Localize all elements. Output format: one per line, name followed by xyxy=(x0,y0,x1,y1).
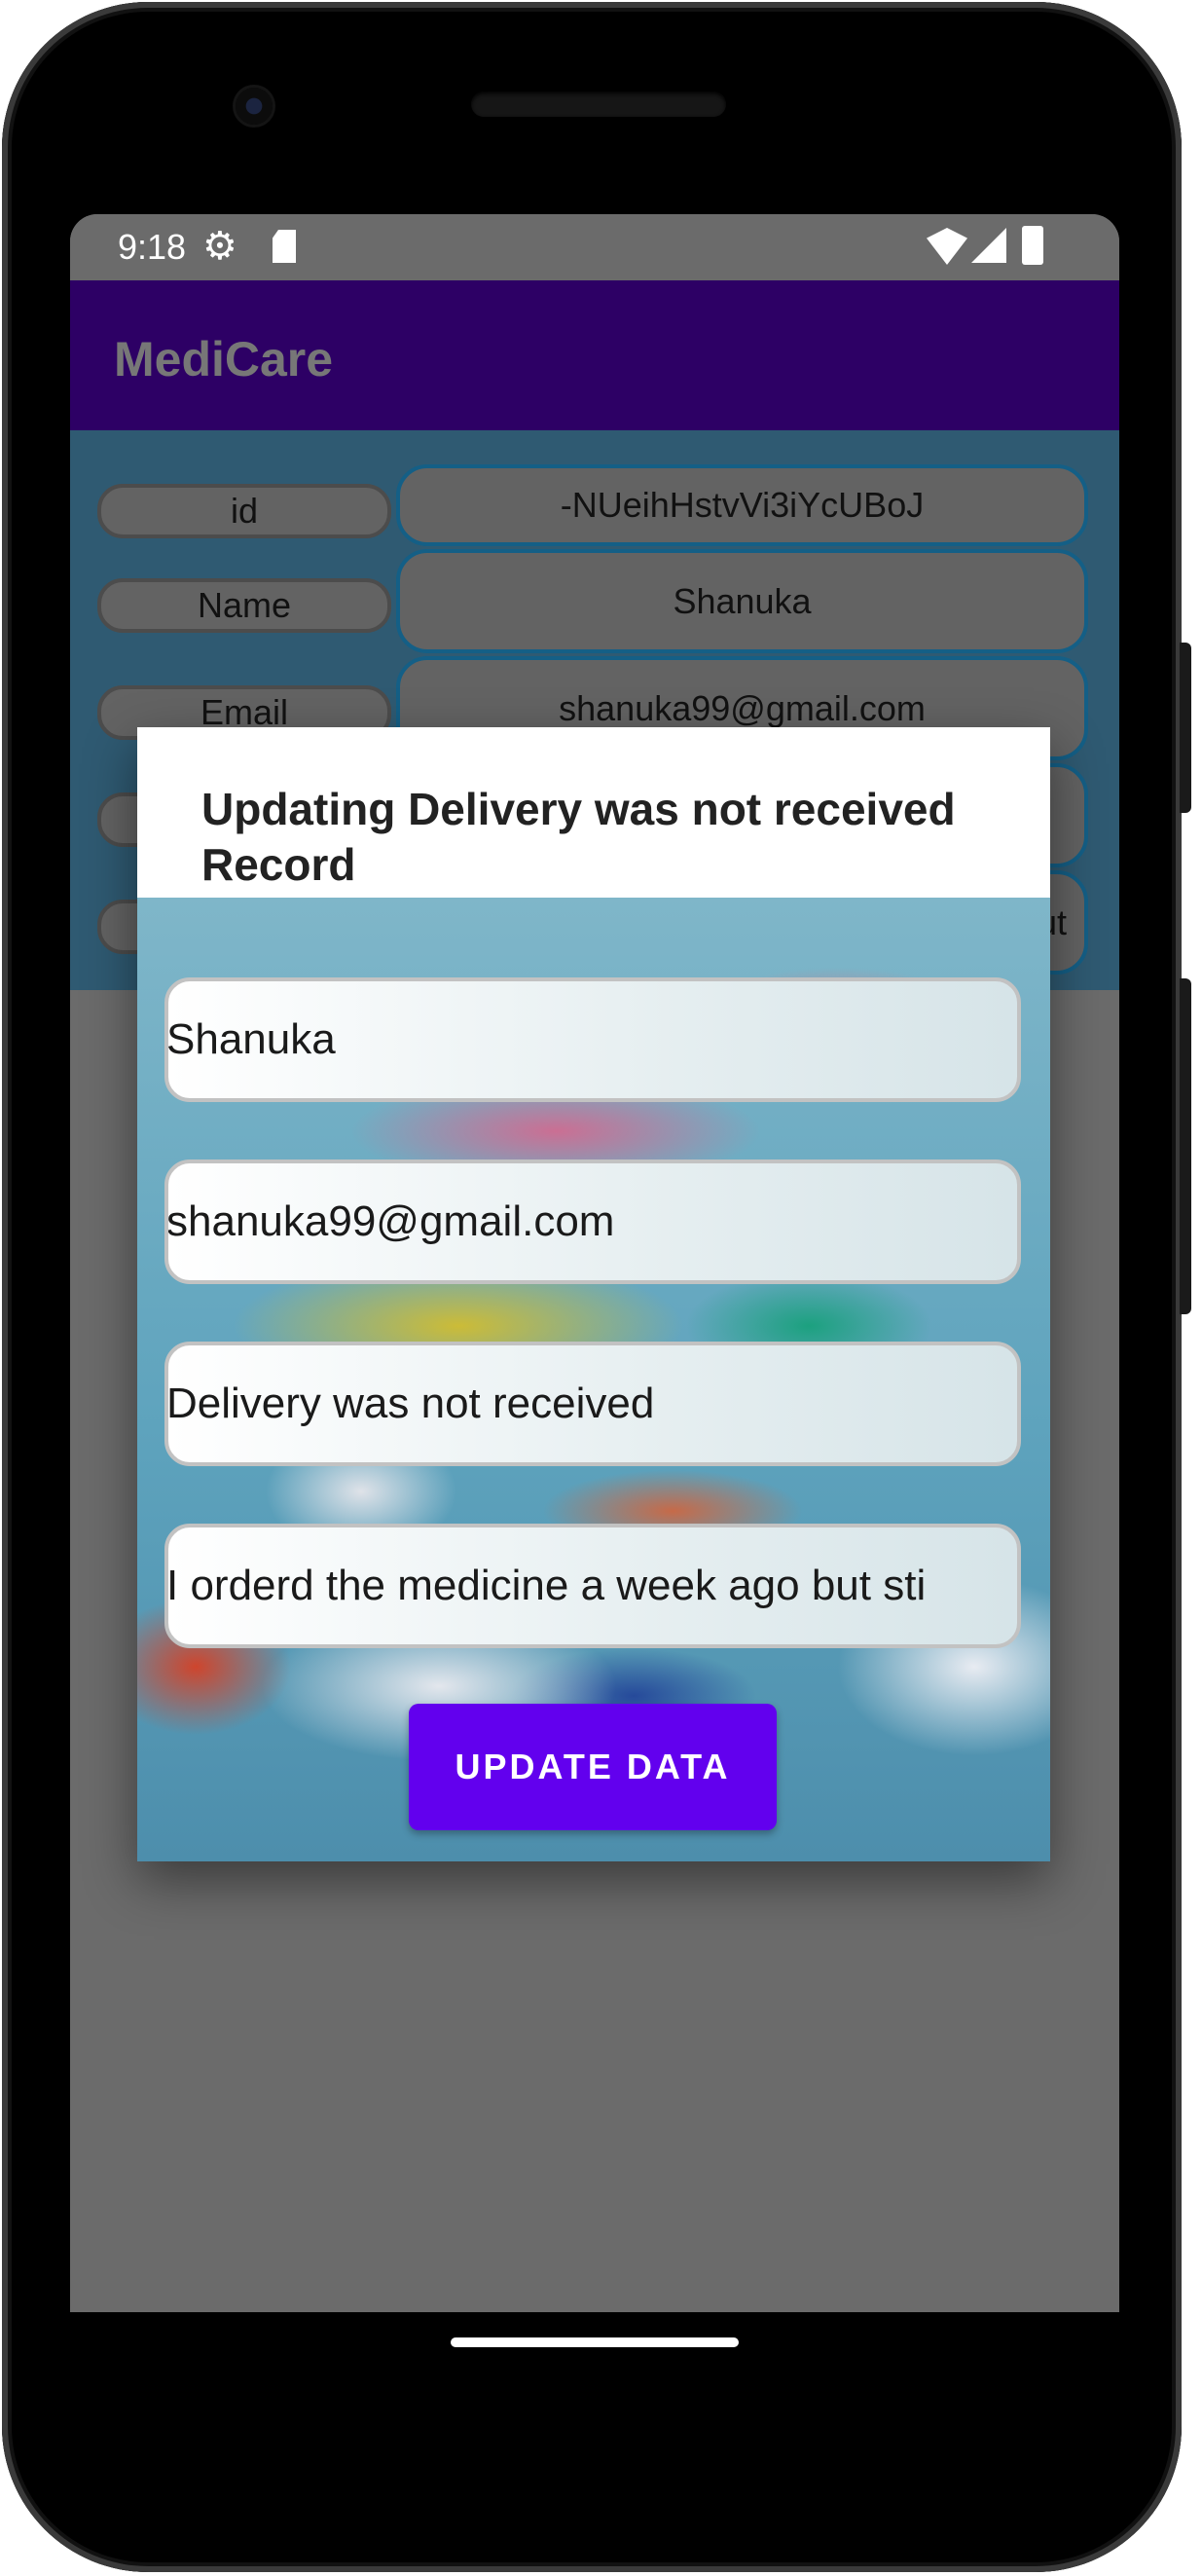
email-input[interactable]: shanuka99@gmail.com xyxy=(164,1159,1021,1284)
wifi-icon xyxy=(927,228,967,265)
update-data-button[interactable]: UPDATE DATA xyxy=(409,1704,777,1830)
volume-button xyxy=(1180,978,1191,1314)
earpiece-speaker xyxy=(471,92,726,117)
email-input-value: shanuka99@gmail.com xyxy=(166,1197,615,1245)
label-id: id xyxy=(97,484,391,538)
battery-icon xyxy=(1022,226,1043,265)
name-input[interactable]: Shanuka xyxy=(164,977,1021,1102)
subject-input[interactable]: Delivery was not received xyxy=(164,1342,1021,1466)
status-time: 9:18 xyxy=(118,227,187,267)
subject-input-value: Delivery was not received xyxy=(166,1380,655,1427)
update-dialog: Updating Delivery was not received Recor… xyxy=(137,727,1050,1861)
message-input[interactable]: I orderd the medicine a week ago but sti xyxy=(164,1524,1021,1648)
value-name: Shanuka xyxy=(396,549,1088,653)
power-button xyxy=(1180,643,1191,813)
dialog-title: Updating Delivery was not received Recor… xyxy=(201,784,956,890)
sd-card-icon xyxy=(273,230,296,263)
app-title: MediCare xyxy=(114,332,334,386)
value-id: -NUeihHstvVi3iYcUBoJ xyxy=(396,464,1088,546)
gesture-nav-handle[interactable] xyxy=(451,2337,739,2347)
settings-gear-icon: ⚙ xyxy=(202,225,237,268)
message-input-value: I orderd the medicine a week ago but sti xyxy=(166,1562,927,1609)
dialog-header: Updating Delivery was not received Recor… xyxy=(137,727,1050,898)
app-bar: MediCare xyxy=(70,280,1119,430)
status-bar: 9:18 ⚙ xyxy=(70,214,1119,280)
name-input-value: Shanuka xyxy=(166,1015,336,1063)
label-name: Name xyxy=(97,578,391,633)
cell-signal-icon xyxy=(971,228,1006,263)
front-camera xyxy=(236,88,273,125)
